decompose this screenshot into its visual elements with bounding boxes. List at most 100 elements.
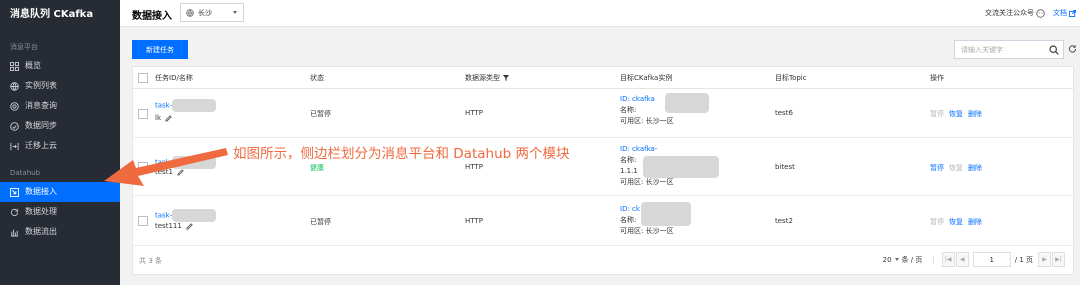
sidebar-item-label: 数据接入 bbox=[25, 187, 57, 196]
redacted-block bbox=[641, 202, 691, 226]
sidebar-item-label: 实例列表 bbox=[25, 81, 57, 90]
instance-id-link[interactable]: ID: ckafka- bbox=[620, 145, 657, 153]
select-all-checkbox[interactable] bbox=[138, 73, 148, 83]
instance-zone: 可用区: 长沙一区 bbox=[620, 117, 674, 125]
export-icon bbox=[10, 228, 19, 237]
search-icon bbox=[10, 101, 19, 111]
pause-button[interactable]: 暂停 bbox=[930, 110, 944, 118]
row-checkbox[interactable] bbox=[138, 109, 148, 119]
status-text: 健康 bbox=[310, 164, 324, 172]
first-page-button[interactable]: |◀ bbox=[941, 252, 955, 267]
column-header-status: 状态 bbox=[310, 73, 324, 82]
source-type: HTTP bbox=[465, 109, 483, 117]
external-link-icon bbox=[1069, 9, 1076, 17]
pause-button[interactable]: 暂停 bbox=[930, 218, 944, 226]
sidebar-item-overview[interactable]: 概览 bbox=[0, 56, 120, 76]
page-size-value: 20 bbox=[882, 255, 892, 264]
column-header-actions: 操作 bbox=[930, 73, 944, 82]
target-topic: test2 bbox=[775, 217, 793, 225]
sidebar-item-instances[interactable]: 实例列表 bbox=[0, 76, 120, 96]
page-number-input[interactable]: 1 bbox=[972, 252, 1011, 267]
task-id-link[interactable]: task- bbox=[155, 159, 172, 167]
task-name-cell: lk bbox=[155, 114, 172, 122]
row-actions: 暂停 恢复 删除 bbox=[930, 109, 987, 119]
row-actions: 暂停 恢复 删除 bbox=[930, 217, 987, 227]
target-topic: bitest bbox=[775, 163, 795, 171]
instance-id-link[interactable]: ID: ckafka bbox=[620, 95, 655, 103]
resume-button[interactable]: 恢复 bbox=[949, 218, 963, 226]
group-label-message-platform: 消息平台 bbox=[10, 43, 38, 51]
migrate-icon bbox=[10, 142, 19, 151]
pause-button[interactable]: 暂停 bbox=[930, 164, 944, 172]
wechat-icon[interactable] bbox=[1036, 8, 1045, 18]
annotation-text: 如图所示，侧边栏划分为消息平台和 Datahub 两个模块 bbox=[233, 146, 570, 162]
delete-button[interactable]: 删除 bbox=[968, 164, 982, 172]
group-label-datahub: Datahub bbox=[10, 169, 41, 177]
page-title: 数据接入 bbox=[132, 11, 172, 22]
redacted-block bbox=[665, 93, 709, 113]
product-brand: 消息队列 CKafka bbox=[10, 9, 94, 20]
page-size-unit: 条 / 页 bbox=[901, 255, 923, 264]
task-name-cell: test111 bbox=[155, 222, 193, 230]
refresh-icon[interactable] bbox=[1068, 44, 1077, 54]
sidebar-item-data-import[interactable]: 数据接入 bbox=[0, 182, 120, 202]
task-name: lk bbox=[155, 114, 161, 122]
sidebar-item-label: 数据处理 bbox=[25, 207, 57, 216]
task-table: 任务ID/名称 状态 数据源类型 目标CKafka实例 目标Topic 操作 t… bbox=[132, 66, 1074, 275]
table-footer: 共 3 条 20 条 / 页 | |◀ ◀ 1 / 1 页 ▶ ▶| bbox=[133, 246, 1073, 274]
task-id-link[interactable]: task- bbox=[155, 102, 172, 110]
docs-link[interactable]: 文档 bbox=[1053, 8, 1067, 18]
edit-icon[interactable] bbox=[165, 114, 172, 122]
sync-icon bbox=[10, 121, 19, 131]
sidebar-item-migrate[interactable]: 迁移上云 bbox=[0, 136, 120, 156]
row-checkbox[interactable] bbox=[138, 162, 148, 172]
next-page-button[interactable]: ▶ bbox=[1038, 252, 1051, 267]
sidebar-item-label: 概览 bbox=[25, 61, 41, 70]
resume-button[interactable]: 恢复 bbox=[949, 110, 963, 118]
region-select[interactable]: 长沙 bbox=[180, 3, 244, 22]
last-page-button[interactable]: ▶| bbox=[1052, 252, 1065, 267]
sidebar-item-data-process[interactable]: 数据处理 bbox=[0, 202, 120, 222]
header: 数据接入 长沙 交流关注公众号 文档 bbox=[120, 0, 1080, 27]
prev-page-button[interactable]: ◀ bbox=[955, 252, 969, 267]
total-pages: / 1 页 bbox=[1014, 255, 1033, 264]
delete-button[interactable]: 删除 bbox=[968, 218, 982, 226]
page-size-select[interactable]: 20 条 / 页 bbox=[883, 255, 923, 265]
process-icon bbox=[10, 208, 19, 217]
follow-account-link[interactable]: 交流关注公众号 bbox=[985, 8, 1034, 18]
instance-zone: 可用区: 长沙一区 bbox=[620, 227, 674, 235]
task-name: test111 bbox=[155, 222, 182, 230]
task-id-link[interactable]: task- bbox=[155, 212, 172, 220]
search-icon[interactable] bbox=[1049, 45, 1059, 55]
search-box[interactable] bbox=[954, 40, 1064, 59]
target-topic: test6 bbox=[775, 109, 793, 117]
task-id-cell: task- bbox=[155, 99, 217, 112]
column-header-source-label: 数据源类型 bbox=[465, 73, 500, 82]
sidebar-item-message-query[interactable]: 消息查询 bbox=[0, 96, 120, 116]
table-row: task- test111 已暂停 HTTP ID: ck 名称: 可用区: 长… bbox=[133, 196, 1073, 246]
edit-icon[interactable] bbox=[177, 168, 184, 176]
instance-id-link[interactable]: ID: ck bbox=[620, 205, 640, 213]
create-task-button[interactable]: 新建任务 bbox=[132, 40, 188, 59]
source-type: HTTP bbox=[465, 217, 483, 225]
column-header-task: 任务ID/名称 bbox=[155, 73, 193, 82]
sidebar: 消息队列 CKafka 消息平台 概览 实例列表 消息查询 数据同步 迁移上云 … bbox=[0, 0, 120, 285]
redacted-block bbox=[643, 156, 719, 178]
source-type: HTTP bbox=[465, 163, 483, 171]
sidebar-item-label: 数据同步 bbox=[25, 121, 57, 130]
edit-icon[interactable] bbox=[186, 222, 193, 230]
redacted-block bbox=[172, 99, 217, 112]
filter-icon[interactable] bbox=[503, 74, 509, 81]
status-text: 已暂停 bbox=[310, 110, 331, 118]
resume-button[interactable]: 恢复 bbox=[949, 164, 963, 172]
divider: | bbox=[932, 255, 935, 264]
task-name: test1 bbox=[155, 168, 173, 176]
sidebar-item-label: 数据流出 bbox=[25, 227, 57, 236]
sidebar-item-data-sync[interactable]: 数据同步 bbox=[0, 116, 120, 136]
search-input[interactable] bbox=[961, 45, 1045, 54]
row-checkbox[interactable] bbox=[138, 216, 148, 226]
sidebar-item-data-export[interactable]: 数据流出 bbox=[0, 222, 120, 242]
task-name-cell: test1 bbox=[155, 168, 184, 176]
globe-icon bbox=[186, 8, 194, 17]
delete-button[interactable]: 删除 bbox=[968, 110, 982, 118]
